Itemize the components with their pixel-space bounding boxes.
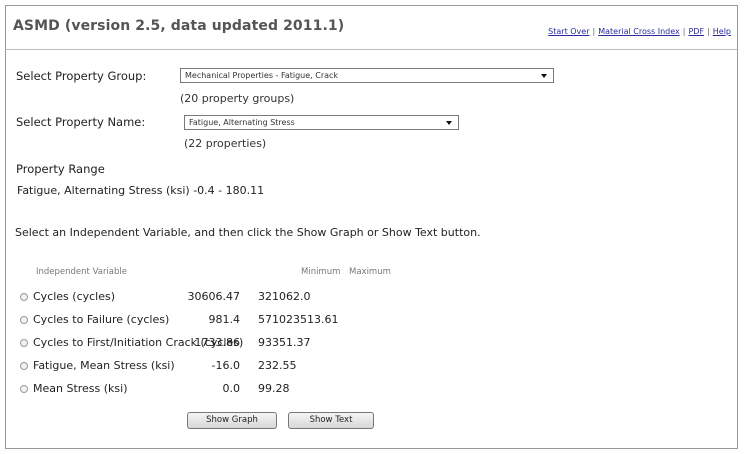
variable-row[interactable]: Mean Stress (ksi) 0.0 99.28: [20, 382, 490, 398]
variable-name: Cycles to Failure (cycles): [33, 313, 170, 326]
variable-radio[interactable]: [20, 316, 28, 324]
header-divider: [6, 49, 737, 50]
property-group-value: Mechanical Properties - Fatigue, Crack: [185, 71, 339, 80]
variable-maximum: 93351.37: [258, 336, 311, 349]
variable-row[interactable]: Cycles (cycles) 30606.47 321062.0: [20, 290, 490, 306]
variable-row[interactable]: Cycles to First/Initiation Crack (cycles…: [20, 336, 490, 352]
variable-minimum: 1733.86: [194, 336, 241, 349]
header-independent-variable: Independent Variable: [36, 267, 127, 277]
variable-row[interactable]: Fatigue, Mean Stress (ksi) -16.0 232.55: [20, 359, 490, 375]
variable-minimum: 0.0: [222, 382, 241, 395]
variable-name: Mean Stress (ksi): [33, 382, 128, 395]
header-maximum: Maximum: [349, 267, 391, 277]
property-range-value: Fatigue, Alternating Stress (ksi) -0.4 -…: [17, 184, 265, 197]
property-name-count: (22 properties): [184, 137, 267, 150]
property-name-value: Fatigue, Alternating Stress: [189, 118, 295, 127]
link-separator: |: [707, 27, 710, 36]
link-separator: |: [592, 27, 596, 36]
variable-radio[interactable]: [20, 362, 28, 370]
property-group-select[interactable]: Mechanical Properties - Fatigue, Crack: [180, 68, 554, 83]
variable-maximum: 321062.0: [258, 290, 311, 303]
variable-name: Fatigue, Mean Stress (ksi): [33, 359, 175, 372]
page-title: ASMD (version 2.5, data updated 2011.1): [13, 18, 345, 34]
variable-row[interactable]: Cycles to Failure (cycles) 981.4 5710235…: [20, 313, 490, 329]
variable-maximum: 232.55: [258, 359, 297, 372]
asmd-panel: ASMD (version 2.5, data updated 2011.1) …: [5, 5, 738, 449]
chevron-down-icon: [541, 74, 547, 78]
variable-maximum: 571023513.61: [258, 313, 339, 326]
show-text-button[interactable]: Show Text: [288, 412, 374, 429]
property-name-label: Select Property Name:: [16, 115, 146, 129]
header-minimum: Minimum: [301, 267, 341, 277]
variable-minimum: 981.4: [208, 313, 241, 326]
variable-name: Cycles (cycles): [33, 290, 116, 303]
property-name-select[interactable]: Fatigue, Alternating Stress: [184, 115, 459, 130]
start-over-link[interactable]: Start Over: [548, 27, 589, 36]
show-graph-button[interactable]: Show Graph: [187, 412, 277, 429]
variable-maximum: 99.28: [258, 382, 290, 395]
material-cross-index-link[interactable]: Material Cross Index: [598, 27, 680, 36]
chevron-down-icon: [446, 121, 452, 125]
help-link[interactable]: Help: [713, 27, 731, 36]
variable-minimum: 30606.47: [187, 290, 241, 303]
property-range-heading: Property Range: [16, 162, 105, 176]
variable-radio[interactable]: [20, 293, 28, 301]
variable-minimum: -16.0: [211, 359, 240, 372]
pdf-link[interactable]: PDF: [688, 27, 704, 36]
instruction-text: Select an Independent Variable, and then…: [15, 226, 481, 239]
variable-radio[interactable]: [20, 385, 28, 393]
variable-radio[interactable]: [20, 339, 28, 347]
property-group-count: (20 property groups): [180, 92, 295, 105]
top-links: Start Over | Material Cross Index | PDF | Help: [548, 27, 731, 36]
property-group-label: Select Property Group:: [16, 69, 147, 83]
